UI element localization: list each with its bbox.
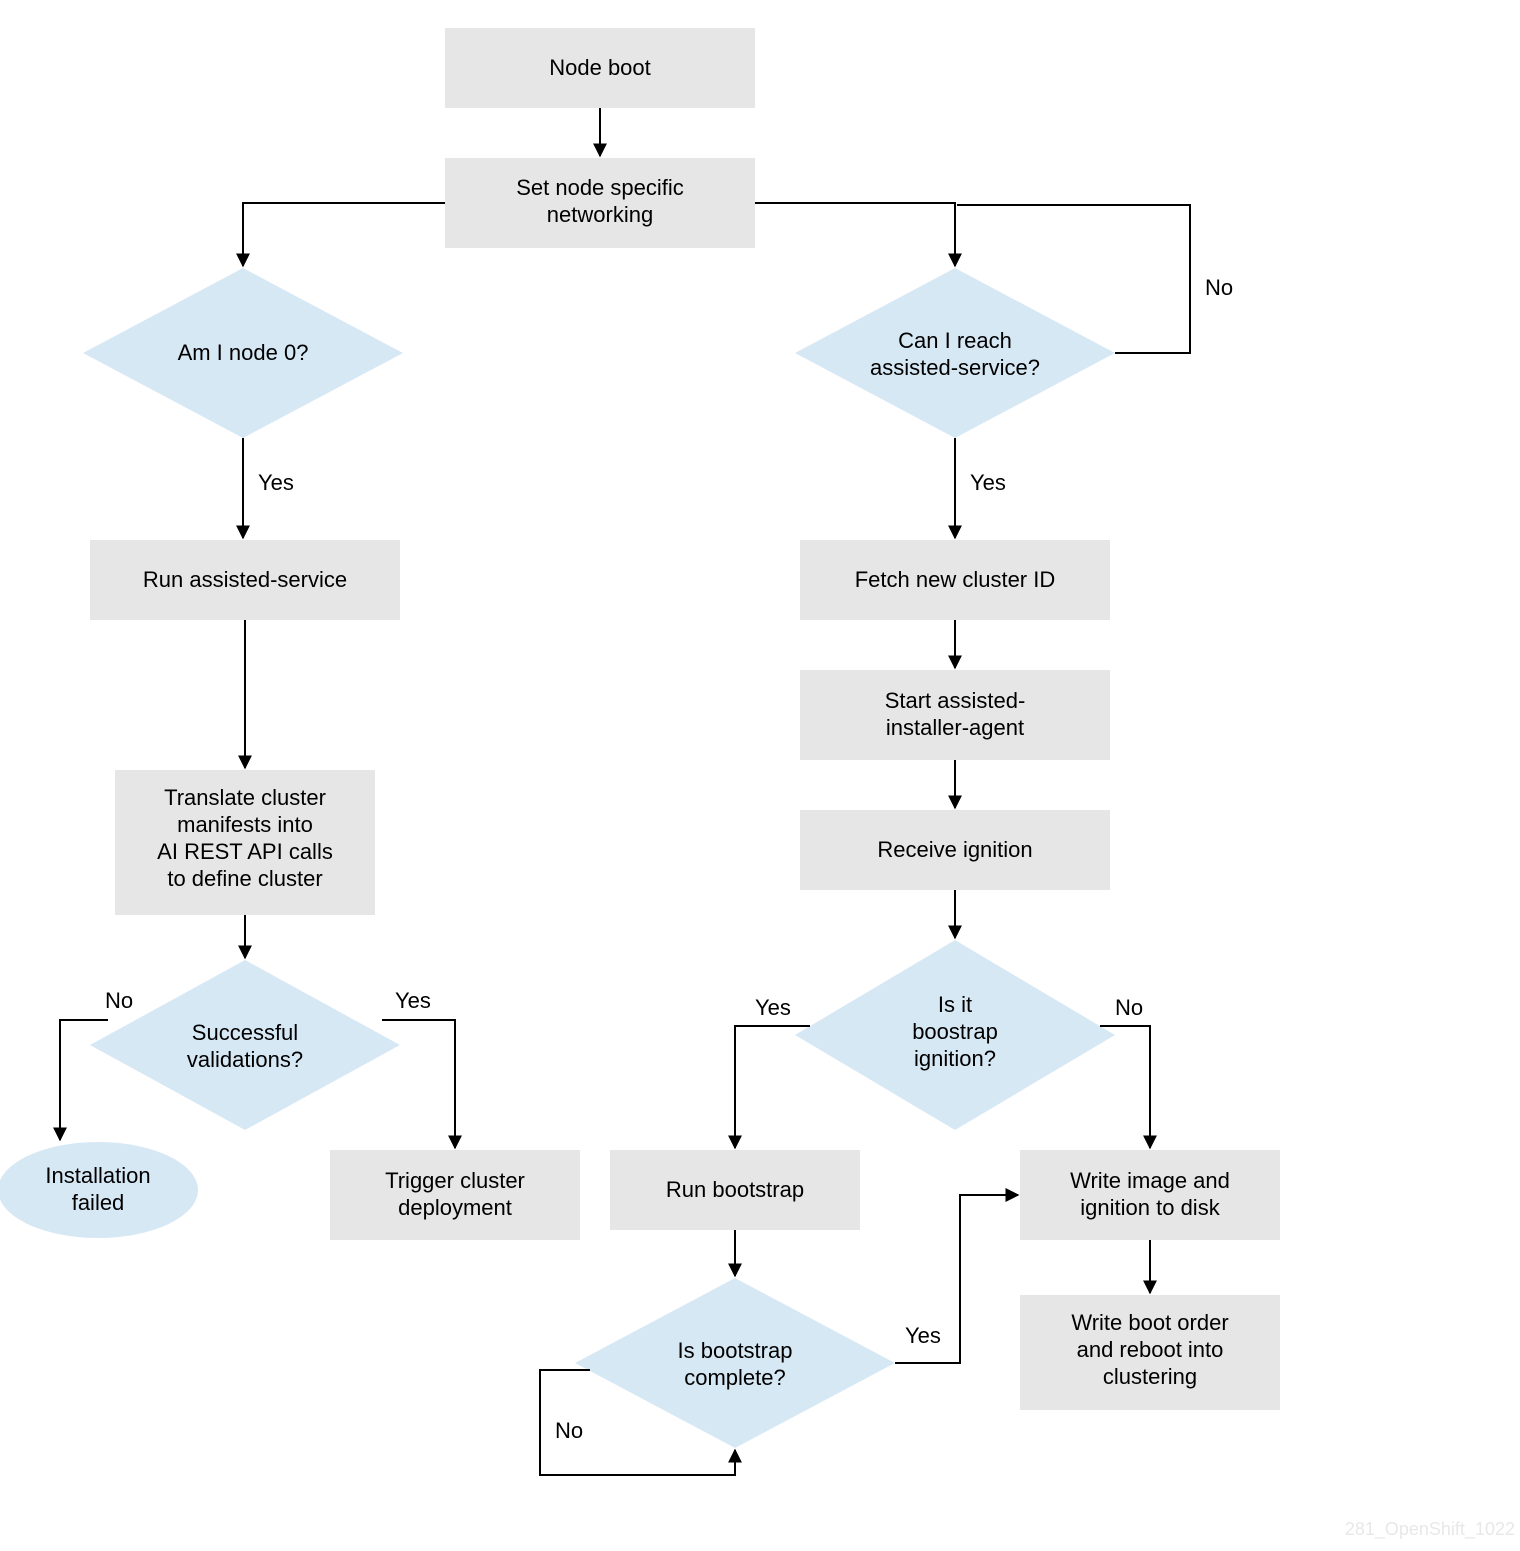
svg-text:to define cluster: to define cluster — [167, 866, 322, 891]
node-am-i-node0: Am I node 0? — [83, 268, 403, 438]
svg-text:Am I node 0?: Am I node 0? — [178, 340, 309, 365]
edge-node0-yes: Yes — [243, 438, 294, 538]
svg-text:No: No — [1115, 995, 1143, 1020]
svg-text:Write boot order: Write boot order — [1071, 1310, 1228, 1335]
node-start-assisted-installer-agent: Start assisted- installer-agent — [800, 670, 1110, 760]
svg-text:Is it: Is it — [938, 992, 972, 1017]
svg-text:deployment: deployment — [398, 1195, 512, 1220]
svg-text:Node boot: Node boot — [549, 55, 651, 80]
svg-text:complete?: complete? — [684, 1365, 786, 1390]
svg-text:Run bootstrap: Run bootstrap — [666, 1177, 804, 1202]
svg-text:AI REST API calls: AI REST API calls — [157, 839, 333, 864]
svg-text:Translate cluster: Translate cluster — [164, 785, 326, 810]
svg-text:Run assisted-service: Run assisted-service — [143, 567, 347, 592]
svg-text:Is bootstrap: Is bootstrap — [678, 1338, 793, 1363]
node-is-bootstrap-ignition: Is it boostrap ignition? — [795, 940, 1115, 1130]
edge-validations-no: No — [60, 988, 133, 1140]
svg-text:and reboot into: and reboot into — [1077, 1337, 1224, 1362]
node-installation-failed: Installation failed — [0, 1142, 198, 1238]
svg-text:ignition?: ignition? — [914, 1046, 996, 1071]
svg-text:ignition to disk: ignition to disk — [1080, 1195, 1220, 1220]
svg-text:Receive ignition: Receive ignition — [877, 837, 1032, 862]
node-successful-validations: Successful validations? — [90, 960, 400, 1130]
svg-text:Fetch new cluster ID: Fetch new cluster ID — [855, 567, 1056, 592]
node-run-bootstrap: Run bootstrap — [610, 1150, 860, 1230]
node-is-bootstrap-complete: Is bootstrap complete? — [575, 1278, 895, 1448]
node-write-image-ignition: Write image and ignition to disk — [1020, 1150, 1280, 1240]
edge-bootstrapcomplete-yes: Yes — [895, 1195, 1018, 1363]
edge-isbootstrap-yes: Yes — [735, 995, 810, 1148]
edge-isbootstrap-no: No — [1100, 995, 1150, 1148]
svg-text:Yes: Yes — [970, 470, 1006, 495]
svg-text:Write image and: Write image and — [1070, 1168, 1230, 1193]
node-boot: Node boot — [445, 28, 755, 108]
svg-text:installer-agent: installer-agent — [886, 715, 1024, 740]
svg-text:networking: networking — [547, 202, 653, 227]
svg-text:Yes: Yes — [395, 988, 431, 1013]
edge-canreach-yes: Yes — [955, 438, 1006, 538]
svg-text:clustering: clustering — [1103, 1364, 1197, 1389]
edge-validations-yes: Yes — [382, 988, 455, 1148]
node-can-reach-assisted: Can I reach assisted-service? — [795, 268, 1115, 438]
svg-text:failed: failed — [72, 1190, 125, 1215]
svg-text:No: No — [105, 988, 133, 1013]
svg-text:Start assisted-: Start assisted- — [885, 688, 1026, 713]
svg-text:validations?: validations? — [187, 1047, 303, 1072]
edge-networking-to-canreach — [755, 203, 955, 266]
svg-text:Trigger cluster: Trigger cluster — [385, 1168, 525, 1193]
svg-text:Installation: Installation — [45, 1163, 150, 1188]
svg-text:Yes: Yes — [258, 470, 294, 495]
node-run-assisted-service: Run assisted-service — [90, 540, 400, 620]
svg-text:No: No — [1205, 275, 1233, 300]
node-fetch-cluster-id: Fetch new cluster ID — [800, 540, 1110, 620]
svg-text:Set node specific: Set node specific — [516, 175, 684, 200]
node-set-networking: Set node specific networking — [445, 158, 755, 248]
edge-networking-to-node0 — [243, 203, 445, 266]
flowchart-diagram: Node boot Set node specific networking A… — [0, 0, 1520, 1551]
node-write-boot-order: Write boot order and reboot into cluster… — [1020, 1295, 1280, 1410]
svg-text:Can I reach: Can I reach — [898, 328, 1012, 353]
node-trigger-cluster-deployment: Trigger cluster deployment — [330, 1150, 580, 1240]
svg-text:Successful: Successful — [192, 1020, 298, 1045]
svg-text:manifests into: manifests into — [177, 812, 313, 837]
svg-text:boostrap: boostrap — [912, 1019, 998, 1044]
svg-text:No: No — [555, 1418, 583, 1443]
svg-text:Yes: Yes — [905, 1323, 941, 1348]
node-translate-manifests: Translate cluster manifests into AI REST… — [115, 770, 375, 915]
node-receive-ignition: Receive ignition — [800, 810, 1110, 890]
watermark: 281_OpenShift_1022 — [1345, 1519, 1515, 1540]
svg-text:Yes: Yes — [755, 995, 791, 1020]
svg-text:assisted-service?: assisted-service? — [870, 355, 1040, 380]
